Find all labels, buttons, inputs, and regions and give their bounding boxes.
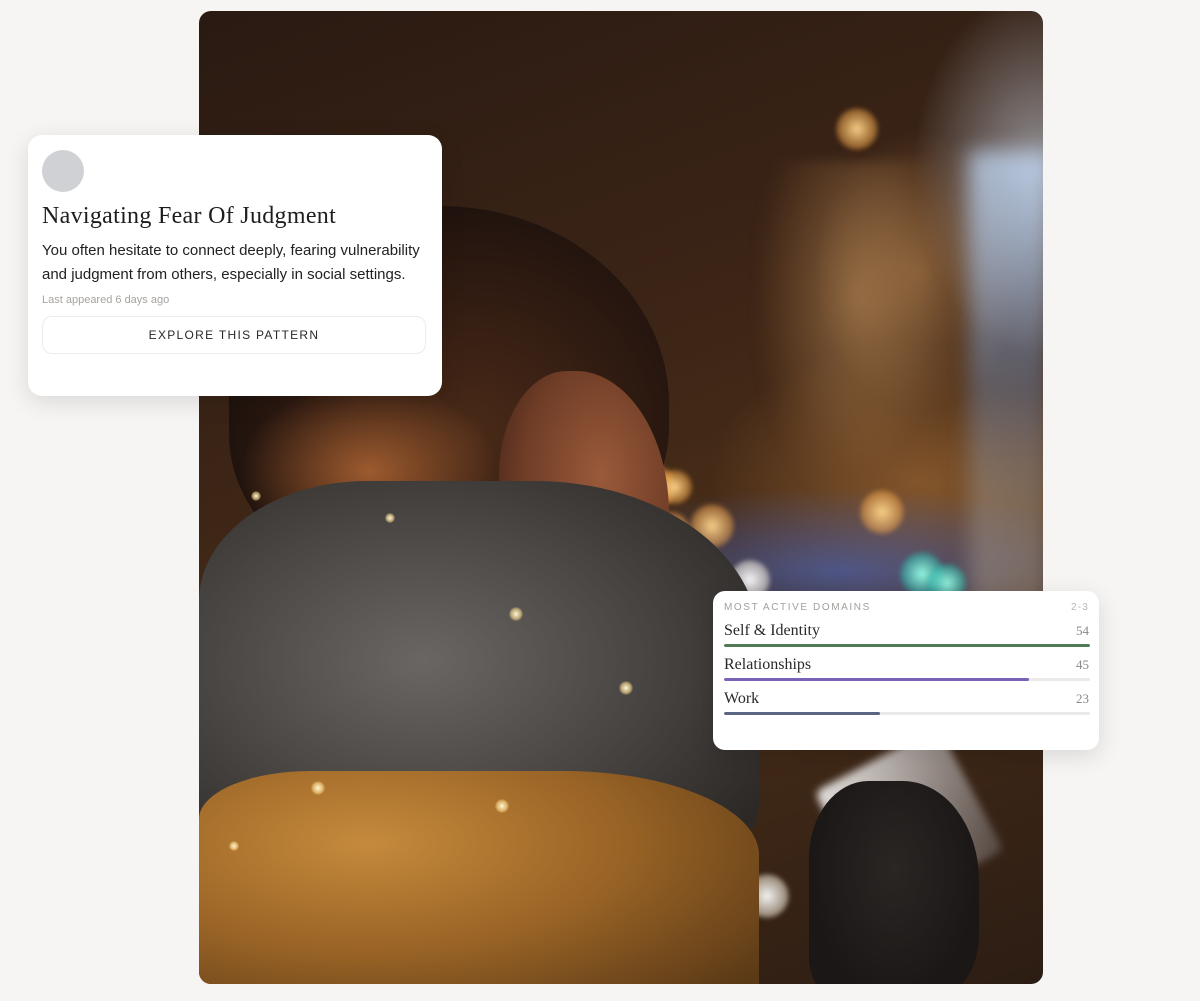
domain-bar-fill xyxy=(724,678,1029,681)
explore-pattern-button[interactable]: EXPLORE THIS PATTERN xyxy=(42,315,426,354)
domain-label: Self & Identity xyxy=(724,622,820,639)
domain-bar-fill xyxy=(724,644,1090,647)
domain-row-relationships[interactable]: Relationships 45 xyxy=(724,656,1090,681)
pattern-description: You often hesitate to connect deeply, fe… xyxy=(42,241,420,283)
photo-fairy-light xyxy=(619,681,633,695)
photo-fairy-light xyxy=(311,781,325,795)
domain-bar-fill xyxy=(724,712,880,715)
photo-lightbar-blur xyxy=(969,151,1043,631)
pattern-card: Navigating Fear Of Judgment You often he… xyxy=(28,135,442,396)
domains-range: 2-3 xyxy=(1070,602,1089,613)
photo-fairy-light xyxy=(385,513,395,523)
photo-bokeh xyxy=(835,107,879,151)
photo-fairy-light xyxy=(509,607,523,621)
photo-fairy-light xyxy=(495,799,509,813)
pattern-title: Navigating Fear Of Judgment xyxy=(42,203,337,229)
domain-count: 54 xyxy=(1076,623,1089,638)
photo-building-blur xyxy=(759,161,959,501)
domain-label: Relationships xyxy=(724,656,812,673)
photo-fairy-light xyxy=(229,841,239,851)
domain-row-work[interactable]: Work 23 xyxy=(724,690,1090,715)
photo-coat xyxy=(199,771,759,984)
domain-count: 45 xyxy=(1076,657,1089,672)
domain-label: Work xyxy=(724,690,760,707)
photo-fairy-light xyxy=(251,491,261,501)
avatar xyxy=(42,150,84,192)
domain-row-self-identity[interactable]: Self & Identity 54 xyxy=(724,622,1090,647)
last-appeared-text: Last appeared 6 days ago xyxy=(42,293,170,306)
domains-card: MOST ACTIVE DOMAINS 2-3 Self & Identity … xyxy=(713,591,1099,750)
page-stage: Navigating Fear Of Judgment You often he… xyxy=(0,0,1200,1001)
domains-header: MOST ACTIVE DOMAINS 2-3 xyxy=(724,602,1089,613)
photo-bokeh xyxy=(859,489,905,535)
photo-hand xyxy=(809,781,979,984)
domain-bar-track xyxy=(724,678,1090,681)
domain-count: 23 xyxy=(1076,691,1089,706)
domain-bar-track xyxy=(724,712,1090,715)
domains-title: MOST ACTIVE DOMAINS xyxy=(724,602,871,613)
domain-bar-track xyxy=(724,644,1090,647)
